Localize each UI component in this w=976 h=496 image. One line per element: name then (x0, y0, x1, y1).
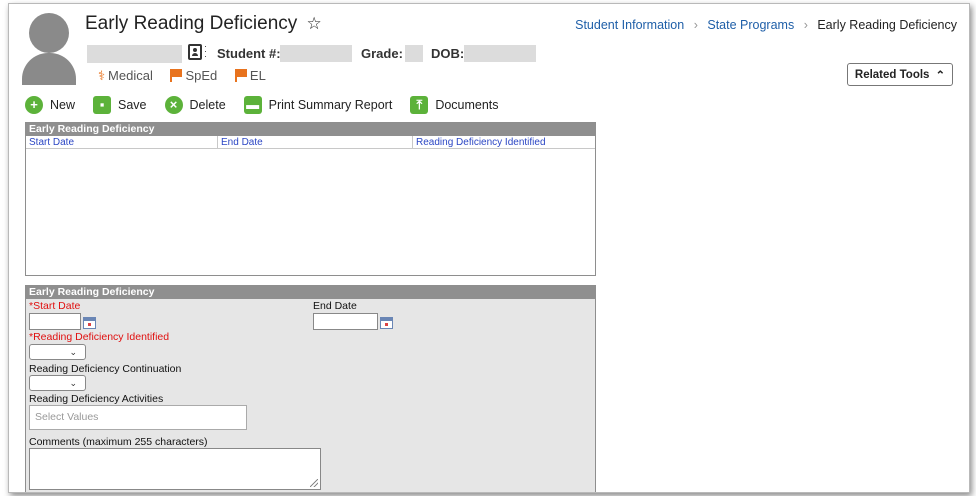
reading-deficiency-continuation-label: Reading Deficiency Continuation (29, 363, 182, 375)
flag-icon (170, 69, 183, 82)
card-dots-icon: · · · (204, 41, 207, 61)
list-panel-header: Early Reading Deficiency (26, 123, 595, 136)
start-date-label: *Start Date (29, 300, 81, 312)
dob-redacted (464, 45, 536, 62)
breadcrumb-separator-icon: › (693, 18, 698, 32)
chevron-down-icon: ⌄ (69, 347, 77, 357)
flag-el[interactable]: EL (234, 68, 266, 83)
delete-button[interactable]: × Delete (164, 96, 226, 114)
reading-deficiency-identified-select[interactable]: ⌄ (29, 344, 86, 360)
calendar-icon[interactable] (83, 317, 96, 329)
star-icon[interactable]: ☆ (307, 14, 322, 33)
app-window: Early Reading Deficiency ☆ Student Infor… (8, 3, 970, 493)
delete-icon: × (164, 96, 183, 114)
column-end-date[interactable]: End Date (218, 136, 413, 149)
documents-button[interactable]: ⤒ Documents (410, 96, 499, 114)
breadcrumb-student-information[interactable]: Student Information (575, 18, 684, 32)
breadcrumb-current: Early Reading Deficiency (817, 18, 957, 32)
flag-icon (234, 69, 247, 82)
printer-icon: ▬ (243, 96, 262, 114)
medical-icon: ⚕ (98, 68, 106, 83)
list-column-headers: Start Date End Date Reading Deficiency I… (26, 136, 595, 149)
save-button[interactable]: ▪ Save (93, 96, 147, 114)
breadcrumb-state-programs[interactable]: State Programs (707, 18, 794, 32)
flag-sped[interactable]: SpEd (170, 68, 220, 83)
reading-deficiency-activities-label: Reading Deficiency Activities (29, 393, 164, 405)
related-tools-button[interactable]: Related Tools ⌃ (847, 63, 953, 86)
flag-sped-label: SpEd (185, 68, 218, 83)
resize-grip-icon[interactable] (310, 479, 318, 487)
grade-redacted (405, 45, 423, 62)
action-toolbar: + New ▪ Save × Delete ▬ Print Summary Re… (25, 96, 517, 114)
record-detail-panel: Early Reading Deficiency *Start Date End… (25, 285, 596, 492)
related-tools-label: Related Tools (854, 68, 930, 81)
flag-medical-label: Medical (108, 68, 153, 83)
page-title-text: Early Reading Deficiency (85, 13, 298, 34)
student-flags: ⚕ Medical SpEd EL (98, 68, 280, 84)
chevron-down-icon: ⌄ (69, 378, 77, 388)
student-name-redacted (87, 45, 182, 63)
student-number-redacted (280, 45, 352, 62)
comments-label: Comments (maximum 255 characters) (29, 436, 208, 448)
plus-icon: + (25, 96, 43, 114)
calendar-icon[interactable] (380, 317, 393, 329)
comments-textarea[interactable] (29, 448, 321, 490)
dob-label: DOB: (431, 46, 465, 61)
flag-medical[interactable]: ⚕ Medical (98, 68, 156, 83)
new-button-label: New (50, 98, 76, 112)
column-reading-deficiency-identified[interactable]: Reading Deficiency Identified (413, 136, 595, 149)
reading-deficiency-activities-multiselect[interactable]: Select Values (29, 405, 247, 430)
end-date-label: End Date (313, 300, 357, 312)
student-number-label: Student #: (217, 46, 281, 61)
page-title: Early Reading Deficiency ☆ (85, 13, 322, 35)
grade-label: Grade: (361, 46, 403, 61)
end-date-input[interactable] (313, 313, 378, 330)
column-start-date[interactable]: Start Date (26, 136, 218, 149)
records-list-panel: Early Reading Deficiency Start Date End … (25, 122, 596, 276)
delete-button-label: Delete (189, 98, 226, 112)
new-button[interactable]: + New (25, 96, 75, 114)
reading-deficiency-identified-label: *Reading Deficiency Identified (29, 331, 170, 343)
start-date-input[interactable] (29, 313, 81, 330)
print-button-label: Print Summary Report (268, 98, 393, 112)
upload-icon: ⤒ (410, 96, 429, 114)
chevron-up-icon: ⌃ (935, 69, 946, 82)
detail-panel-header: Early Reading Deficiency (26, 286, 595, 299)
reading-deficiency-continuation-select[interactable]: ⌄ (29, 375, 86, 391)
documents-button-label: Documents (435, 98, 499, 112)
save-button-label: Save (118, 98, 147, 112)
breadcrumb-separator-icon: › (803, 18, 808, 32)
breadcrumb: Student Information › State Programs › E… (575, 18, 957, 32)
contact-card-icon[interactable] (188, 44, 202, 60)
print-summary-report-button[interactable]: ▬ Print Summary Report (243, 96, 393, 114)
flag-el-label: EL (249, 68, 266, 83)
student-avatar (22, 13, 76, 85)
save-icon: ▪ (93, 96, 112, 114)
